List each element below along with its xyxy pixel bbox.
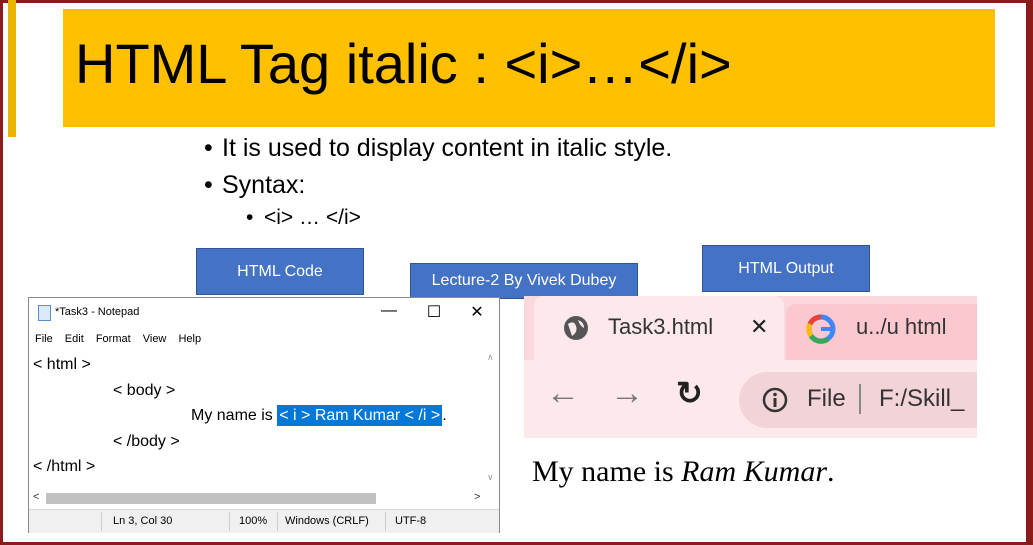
- code-text: My name is: [191, 407, 278, 424]
- horizontal-scrollbar[interactable]: < >: [31, 491, 499, 506]
- sub-bullet-item: • <i> … </i>: [246, 206, 361, 229]
- status-encoding: UTF-8: [395, 515, 427, 527]
- minimize-button[interactable]: —: [369, 302, 409, 320]
- status-zoom: 100%: [239, 515, 268, 527]
- scroll-left-icon[interactable]: <: [33, 491, 39, 503]
- sub-bullet-text: <i> … </i>: [264, 206, 361, 229]
- output-suffix: .: [827, 455, 835, 488]
- scroll-up-icon[interactable]: ∧: [487, 352, 494, 363]
- notepad-window: *Task3 - Notepad — ☐ ✕ File Edit Format …: [28, 297, 500, 533]
- html-output-label: HTML Output: [702, 245, 870, 292]
- bullet-list: • It is used to display content in italic…: [204, 132, 672, 230]
- tab2-title: u../u html: [856, 314, 947, 339]
- notepad-titlebar: *Task3 - Notepad — ☐ ✕: [29, 298, 499, 328]
- accent-bar: [8, 0, 16, 137]
- browser-window: Task3.html ✕ u../u html ← → ↻ File F:/Sk…: [524, 296, 977, 438]
- address-bar[interactable]: File F:/Skill_: [739, 372, 977, 428]
- address-divider: [859, 384, 861, 414]
- scroll-thumb[interactable]: [46, 493, 376, 504]
- status-bar: Ln 3, Col 30 100% Windows (CRLF) UTF-8: [29, 509, 499, 533]
- code-text: .: [442, 407, 447, 424]
- title-box: HTML Tag italic : <i>…</i>: [63, 9, 995, 127]
- code-line: < /body >: [113, 433, 180, 450]
- tab-title: Task3.html: [608, 314, 714, 339]
- forward-icon[interactable]: →: [610, 374, 644, 413]
- close-button[interactable]: ✕: [457, 302, 497, 322]
- scroll-down-icon[interactable]: ∨: [487, 472, 494, 483]
- rendered-output: My name is Ram Kumar.: [532, 455, 835, 489]
- bullet-text: It is used to display content in italic …: [222, 134, 673, 162]
- html-code-label: HTML Code: [196, 248, 364, 295]
- scroll-right-icon[interactable]: >: [474, 491, 480, 503]
- status-position: Ln 3, Col 30: [113, 515, 173, 527]
- info-icon: [762, 387, 788, 413]
- notepad-icon: [38, 305, 51, 321]
- tab-second[interactable]: u../u html: [786, 304, 977, 360]
- menu-file[interactable]: File: [35, 333, 53, 345]
- notepad-window-title: *Task3 - Notepad: [55, 306, 140, 318]
- menu-format[interactable]: Format: [96, 333, 131, 345]
- tab-close-icon[interactable]: ✕: [750, 314, 768, 340]
- notepad-text-area[interactable]: < html > < body > My name is < i > Ram K…: [33, 353, 483, 491]
- code-line: My name is < i > Ram Kumar < /i >.: [191, 405, 447, 426]
- output-italic-text: Ram Kumar: [681, 455, 827, 488]
- code-line: < html >: [33, 356, 91, 373]
- vertical-scrollbar[interactable]: ∧ ∨: [485, 350, 499, 492]
- bullet-item: • It is used to display content in italic…: [204, 134, 673, 162]
- notepad-menubar: File Edit Format View Help: [35, 333, 210, 345]
- selected-text: < i > Ram Kumar < /i >: [277, 405, 443, 426]
- bullet-item: • Syntax:: [204, 171, 306, 199]
- globe-icon: [564, 316, 588, 340]
- back-icon[interactable]: ←: [546, 374, 580, 413]
- maximize-button[interactable]: ☐: [414, 302, 454, 322]
- bullet-text: Syntax:: [222, 171, 306, 199]
- address-path: F:/Skill_: [879, 385, 965, 412]
- output-text: My name is: [532, 455, 682, 488]
- address-scheme: File: [807, 385, 846, 412]
- slide-title: HTML Tag italic : <i>…</i>: [75, 32, 732, 95]
- tab-active[interactable]: Task3.html ✕: [534, 296, 784, 360]
- lecture-label: Lecture-2 By Vivek Dubey: [410, 263, 638, 299]
- status-line-ending: Windows (CRLF): [285, 515, 369, 527]
- menu-edit[interactable]: Edit: [65, 333, 84, 345]
- code-line: < /html >: [33, 458, 96, 475]
- google-icon: [806, 314, 836, 344]
- menu-view[interactable]: View: [143, 333, 167, 345]
- slide-right-border: [1026, 0, 1030, 545]
- code-line: < body >: [113, 382, 176, 399]
- reload-icon[interactable]: ↻: [676, 374, 703, 412]
- menu-help[interactable]: Help: [178, 333, 201, 345]
